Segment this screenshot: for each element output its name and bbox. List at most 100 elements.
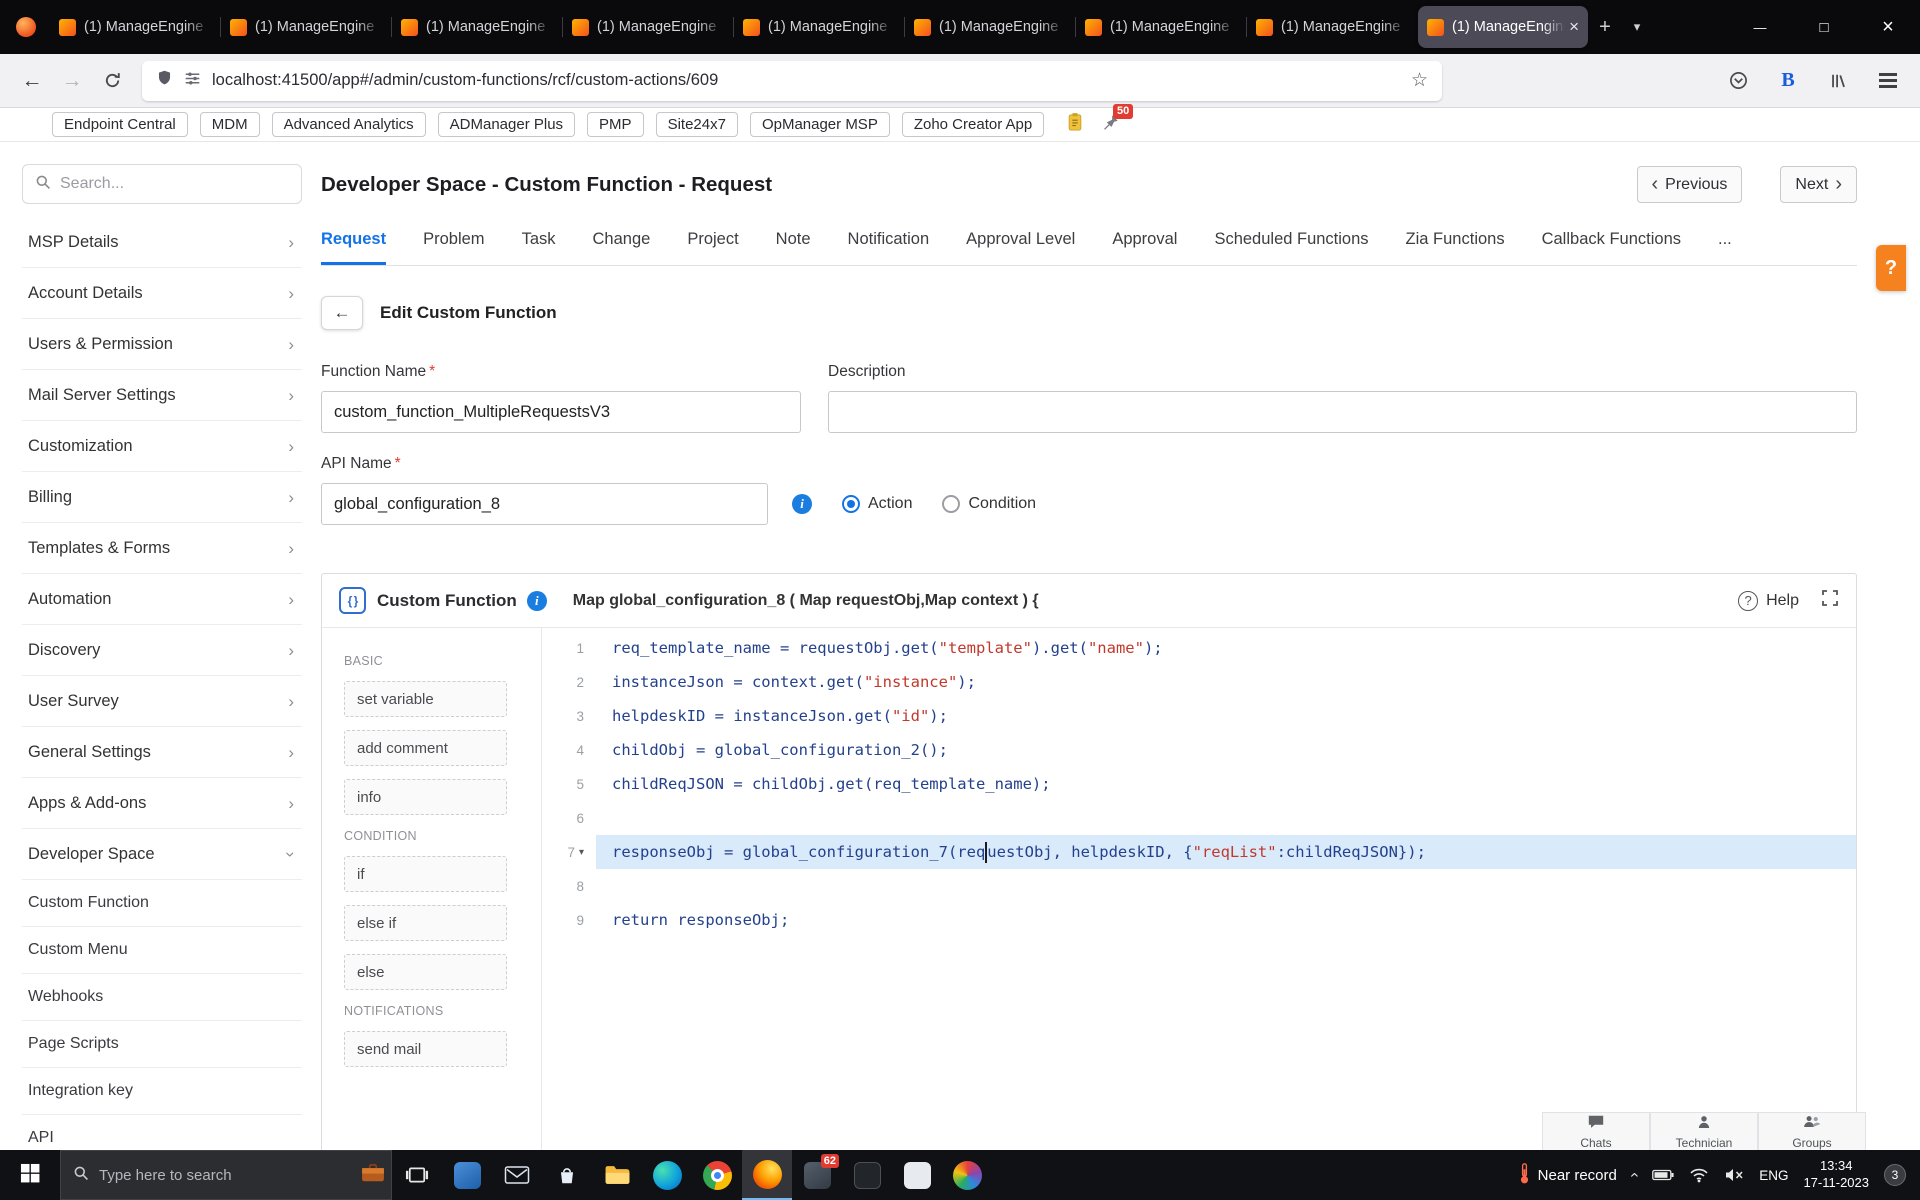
volume-muted-icon[interactable]	[1724, 1168, 1744, 1182]
bookmark-admanager-plus[interactable]: ADManager Plus	[437, 112, 576, 137]
taskbar-app-store[interactable]	[542, 1150, 592, 1200]
sidebar-item-mail-server-settings[interactable]: Mail Server Settings ›	[22, 370, 302, 421]
more-tabs-button[interactable]: ...	[1718, 230, 1732, 265]
taskbar-app-app-dark[interactable]	[842, 1150, 892, 1200]
description-input[interactable]	[828, 391, 1857, 433]
code-line[interactable]: 8	[542, 869, 1856, 903]
function-name-input[interactable]	[321, 391, 801, 433]
code-line[interactable]: 3 helpdeskID = instanceJson.get("id");	[542, 699, 1856, 733]
sidebar-subitem-page-scripts[interactable]: Page Scripts	[22, 1021, 302, 1068]
browser-tab[interactable]: (1) ManageEngine	[733, 6, 904, 48]
language-indicator[interactable]: ENG	[1759, 1168, 1788, 1183]
bookmark-opmanager-msp[interactable]: OpManager MSP	[749, 112, 890, 137]
refresh-button[interactable]	[92, 62, 132, 100]
browser-tab[interactable]: (1) ManageEngine	[1075, 6, 1246, 48]
bitwarden-extension-icon[interactable]	[1768, 62, 1808, 100]
dock-item-groups[interactable]: Groups	[1758, 1112, 1866, 1150]
palette-item-else-if[interactable]: else if	[344, 905, 507, 941]
tab-approval[interactable]: Approval	[1112, 230, 1177, 265]
taskbar-app-app-light[interactable]	[892, 1150, 942, 1200]
notes-icon[interactable]	[1066, 112, 1084, 137]
code-line[interactable]: 4 childObj = global_configuration_2();	[542, 733, 1856, 767]
sidebar-item-user-survey[interactable]: User Survey ›	[22, 676, 302, 727]
notification-badge[interactable]: 3	[1884, 1164, 1906, 1186]
code-line[interactable]: 1 req_template_name = requestObj.get("tem…	[542, 631, 1856, 665]
shield-icon[interactable]	[156, 69, 173, 92]
pin-icon[interactable]: 50	[1102, 103, 1134, 136]
browser-tab[interactable]: (1) ManageEngine	[562, 6, 733, 48]
close-button[interactable]	[1856, 0, 1920, 54]
library-icon[interactable]	[1818, 62, 1858, 100]
tab-task[interactable]: Task	[522, 230, 556, 265]
tab-project[interactable]: Project	[687, 230, 738, 265]
previous-button[interactable]: Previous	[1636, 166, 1743, 203]
bookmark-site24x7[interactable]: Site24x7	[655, 112, 738, 137]
sidebar-item-general-settings[interactable]: General Settings ›	[22, 727, 302, 778]
code-editor[interactable]: 1 req_template_name = requestObj.get("tem…	[542, 628, 1856, 1150]
sidebar-item-users-permission[interactable]: Users & Permission ›	[22, 319, 302, 370]
tray-expand-icon[interactable]	[1626, 1172, 1644, 1177]
dock-item-technician[interactable]: Technician	[1650, 1112, 1758, 1150]
sidebar-subitem-api[interactable]: API	[22, 1115, 302, 1150]
tab-request[interactable]: Request	[321, 230, 387, 265]
sidebar-item-apps-add-ons[interactable]: Apps & Add-ons ›	[22, 778, 302, 829]
maximize-button[interactable]	[1792, 0, 1856, 54]
tab-change[interactable]: Change	[593, 230, 651, 265]
sidebar-item-automation[interactable]: Automation ›	[22, 574, 302, 625]
pocket-icon[interactable]	[1718, 62, 1758, 100]
help-button[interactable]: Help	[1738, 590, 1799, 611]
fold-arrow-icon[interactable]: ▾	[579, 847, 584, 858]
code-line[interactable]: 6	[542, 801, 1856, 835]
taskbar-app-mail[interactable]	[492, 1150, 542, 1200]
taskbar-app-app-blue[interactable]	[442, 1150, 492, 1200]
weather-widget[interactable]: Near record	[1519, 1162, 1617, 1188]
sidebar-subitem-custom-function[interactable]: Custom Function	[22, 880, 302, 927]
taskbar-search[interactable]: Type here to search	[60, 1150, 392, 1200]
browser-tab[interactable]: (1) ManageEngine	[391, 6, 562, 48]
firefox-logo-icon[interactable]	[16, 17, 36, 37]
taskbar-app-app-color[interactable]	[942, 1150, 992, 1200]
tab-note[interactable]: Note	[776, 230, 811, 265]
sidebar-subitem-custom-menu[interactable]: Custom Menu	[22, 927, 302, 974]
info-icon[interactable]	[526, 590, 547, 611]
taskbar-app-file-explorer[interactable]	[592, 1150, 642, 1200]
palette-item-add-comment[interactable]: add comment	[344, 730, 507, 766]
sidebar-search-input[interactable]	[60, 175, 289, 193]
tab-close-icon[interactable]: ×	[1569, 17, 1579, 37]
battery-icon[interactable]	[1652, 1169, 1674, 1181]
expand-icon[interactable]	[1821, 589, 1839, 612]
new-tab-button[interactable]	[1589, 11, 1621, 43]
next-button[interactable]: Next	[1780, 166, 1857, 203]
menu-button[interactable]	[1868, 62, 1908, 100]
palette-item-set-variable[interactable]: set variable	[344, 681, 507, 717]
back-button[interactable]	[12, 62, 52, 100]
sidebar-item-templates-forms[interactable]: Templates & Forms ›	[22, 523, 302, 574]
permissions-icon[interactable]	[184, 70, 201, 92]
start-button[interactable]	[0, 1150, 60, 1200]
code-line[interactable]: 5 childReqJSON = childObj.get(req_templat…	[542, 767, 1856, 801]
sidebar-item-msp-details[interactable]: MSP Details ›	[22, 217, 302, 268]
sidebar-item-account-details[interactable]: Account Details ›	[22, 268, 302, 319]
tab-callback-functions[interactable]: Callback Functions	[1542, 230, 1681, 265]
tab-notification[interactable]: Notification	[848, 230, 930, 265]
minimize-button[interactable]	[1728, 0, 1792, 54]
bookmark-endpoint-central[interactable]: Endpoint Central	[52, 112, 188, 137]
taskbar-app-chrome[interactable]	[692, 1150, 742, 1200]
bookmark-advanced-analytics[interactable]: Advanced Analytics	[271, 112, 426, 137]
sidebar-search[interactable]	[22, 164, 302, 204]
sidebar-item-billing[interactable]: Billing ›	[22, 472, 302, 523]
sidebar-item-discovery[interactable]: Discovery ›	[22, 625, 302, 676]
radio-condition[interactable]: Condition	[942, 495, 1036, 513]
network-icon[interactable]	[1689, 1168, 1709, 1183]
url-text[interactable]: localhost:41500/app#/admin/custom-functi…	[212, 71, 1400, 90]
tab-list-button[interactable]	[1621, 11, 1653, 43]
tab-scheduled-functions[interactable]: Scheduled Functions	[1214, 230, 1368, 265]
forward-button[interactable]	[52, 62, 92, 100]
sidebar-subitem-webhooks[interactable]: Webhooks	[22, 974, 302, 1021]
clock[interactable]: 13:34 17-11-2023	[1803, 1158, 1869, 1192]
help-tab[interactable]: ?	[1876, 245, 1906, 291]
browser-tab[interactable]: (1) ManageEngine	[50, 6, 220, 48]
bookmark-mdm[interactable]: MDM	[199, 112, 260, 137]
taskbar-app-app-badged[interactable]: 62	[792, 1150, 842, 1200]
url-bar[interactable]: localhost:41500/app#/admin/custom-functi…	[142, 60, 1442, 101]
